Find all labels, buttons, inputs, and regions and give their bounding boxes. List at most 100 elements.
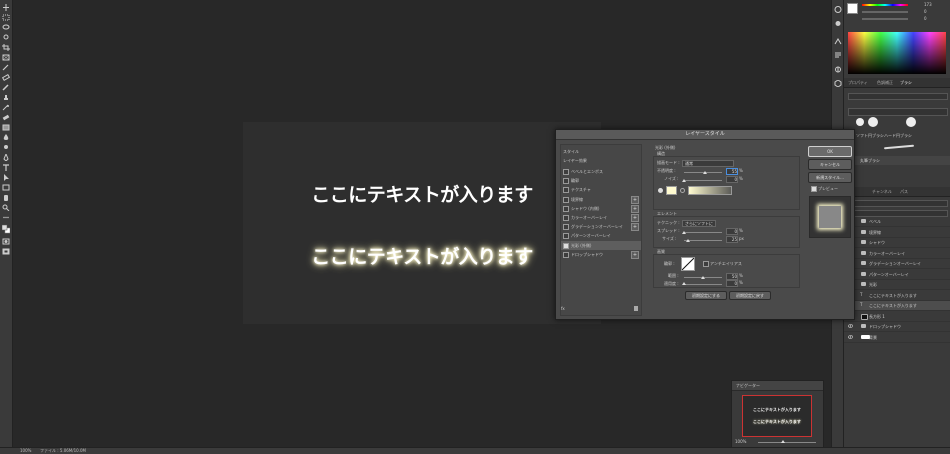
lasso-tool-icon[interactable] [2,24,10,31]
spread-input[interactable]: 0 [726,228,738,235]
list-header-styles[interactable]: スタイル [561,147,641,156]
ok-button[interactable]: OK [808,146,852,157]
spread-knob[interactable] [682,231,686,234]
glow-color-swatch[interactable] [666,186,677,195]
brush-tool-icon[interactable] [2,84,10,91]
type-tool-icon[interactable] [2,164,10,171]
dodge-tool-icon[interactable] [2,144,10,151]
color-slider-b[interactable] [862,18,908,20]
brush-name[interactable]: 丸筆ブラシ [860,158,880,164]
reset-default-button[interactable]: 初期設定に戻す [729,291,771,300]
history-brush-tool-icon[interactable] [2,104,10,111]
navigator-title[interactable]: ナビゲーター [736,383,760,389]
solid-color-radio[interactable] [658,188,663,193]
layer-row[interactable]: 境界線 [844,228,950,238]
foreground-swatch[interactable] [847,3,858,14]
brush-preset-soft[interactable] [856,118,864,126]
effect-item[interactable]: グラデーションオーバーレイ + [561,222,641,232]
document-canvas[interactable]: ここにテキストが入ります ここにテキストが入ります [243,122,601,324]
checkbox[interactable] [563,224,569,231]
gradient-tool-icon[interactable] [2,124,10,131]
checkbox[interactable] [563,187,569,194]
brush-size-slider[interactable] [848,93,948,100]
navigator-zoom-knob[interactable] [781,440,785,443]
checkbox[interactable] [563,205,569,212]
make-default-button[interactable]: 初期設定にする [685,291,727,300]
layer-row[interactable]: T ここにテキストが入ります [844,291,950,301]
stamp-tool-icon[interactable] [2,94,10,101]
visibility-eye-icon[interactable] [848,334,853,339]
noise-slider[interactable] [684,180,722,181]
effect-item[interactable]: シャドウ (内側) + [561,204,641,213]
rectangle-tool-icon[interactable] [2,184,10,191]
layer-row[interactable]: T ここにテキストが入ります [844,301,950,311]
frame-tool-icon[interactable] [2,54,10,61]
history-icon[interactable] [834,6,842,13]
list-header-effects[interactable]: レイヤー効果 [561,156,641,165]
foreground-background-color-icon[interactable] [2,224,10,234]
marquee-tool-icon[interactable] [2,14,10,21]
effect-item[interactable]: ドロップシャドウ + [561,250,641,259]
layer-row[interactable]: 長方形 1 [844,312,950,322]
quick-mask-icon[interactable] [2,238,10,245]
effect-item[interactable]: テクスチャ [561,185,641,194]
effect-item[interactable]: パターンオーバーレイ [561,231,641,240]
path-selection-tool-icon[interactable] [2,174,10,181]
add-effect-icon[interactable]: + [631,214,639,222]
effect-item[interactable]: 境界線 + [561,195,641,204]
zoom-tool-icon[interactable] [2,204,10,211]
layer-row[interactable]: パターンオーバーレイ [844,270,950,280]
3d-icon[interactable] [834,80,842,87]
eyedropper-tool-icon[interactable] [2,64,10,71]
add-effect-icon[interactable]: + [631,223,639,232]
add-effect-icon[interactable]: + [631,195,639,204]
layer-row[interactable]: カラーオーバーレイ [844,249,950,259]
screen-mode-icon[interactable] [2,248,10,255]
opacity-input[interactable]: 55 [726,168,738,175]
color-value-b[interactable]: 0 [924,16,927,21]
tab-adjustments[interactable]: 色調補正 [877,80,893,86]
layer-opacity-row[interactable] [848,210,948,217]
antialias-checkbox[interactable] [703,261,709,267]
checkbox[interactable] [563,178,569,185]
contour-picker[interactable] [681,257,695,271]
tab-brushes[interactable]: ブラシ [900,80,912,86]
trash-icon[interactable] [634,306,638,311]
effect-item[interactable]: 光彩 (外側) [561,240,641,250]
checkbox[interactable] [563,196,569,203]
spread-slider[interactable] [684,232,722,233]
new-style-button[interactable]: 新規スタイル... [808,172,852,183]
status-zoom[interactable]: 100% [20,448,31,453]
effect-item[interactable]: 輪郭 [561,176,641,185]
dialog-title[interactable]: レイヤースタイル [556,130,854,140]
layer-row[interactable]: ベベル [844,217,950,227]
size-knob[interactable] [686,239,690,242]
opacity-knob[interactable] [703,171,707,174]
layer-row[interactable]: シャドウ [844,238,950,248]
blend-mode-select[interactable]: 通常 [682,160,734,167]
add-effect-icon[interactable]: + [631,204,639,213]
layer-row[interactable]: ドロップシャドウ [844,322,950,332]
layer-row[interactable]: グラデーションオーバーレイ [844,259,950,269]
navigator-thumbnail[interactable]: ここにテキストが入ります ここにテキストが入ります [742,395,812,437]
checkbox[interactable] [563,251,569,258]
brush-preset-hard[interactable] [868,117,878,127]
navigator-zoom-slider[interactable] [758,442,816,443]
jitter-knob[interactable] [682,282,686,285]
add-effect-icon[interactable]: + [631,250,639,259]
color-slider-g[interactable] [862,11,908,13]
noise-knob[interactable] [682,179,686,182]
preview-checkbox[interactable] [811,186,817,192]
blur-tool-icon[interactable] [2,134,10,141]
visibility-eye-icon[interactable] [848,324,853,328]
cancel-button[interactable]: キャンセル [808,159,852,170]
brush-preset-round[interactable] [906,117,916,127]
color-icon[interactable] [834,20,842,27]
layer-row[interactable]: 光彩 [844,280,950,290]
eraser-tool-icon[interactable] [2,114,10,121]
range-knob[interactable] [701,276,705,279]
jitter-input[interactable]: 0 [726,280,738,287]
jitter-slider[interactable] [684,284,722,285]
color-value-r[interactable]: 173 [924,2,932,7]
adjustments-icon[interactable] [834,66,842,73]
